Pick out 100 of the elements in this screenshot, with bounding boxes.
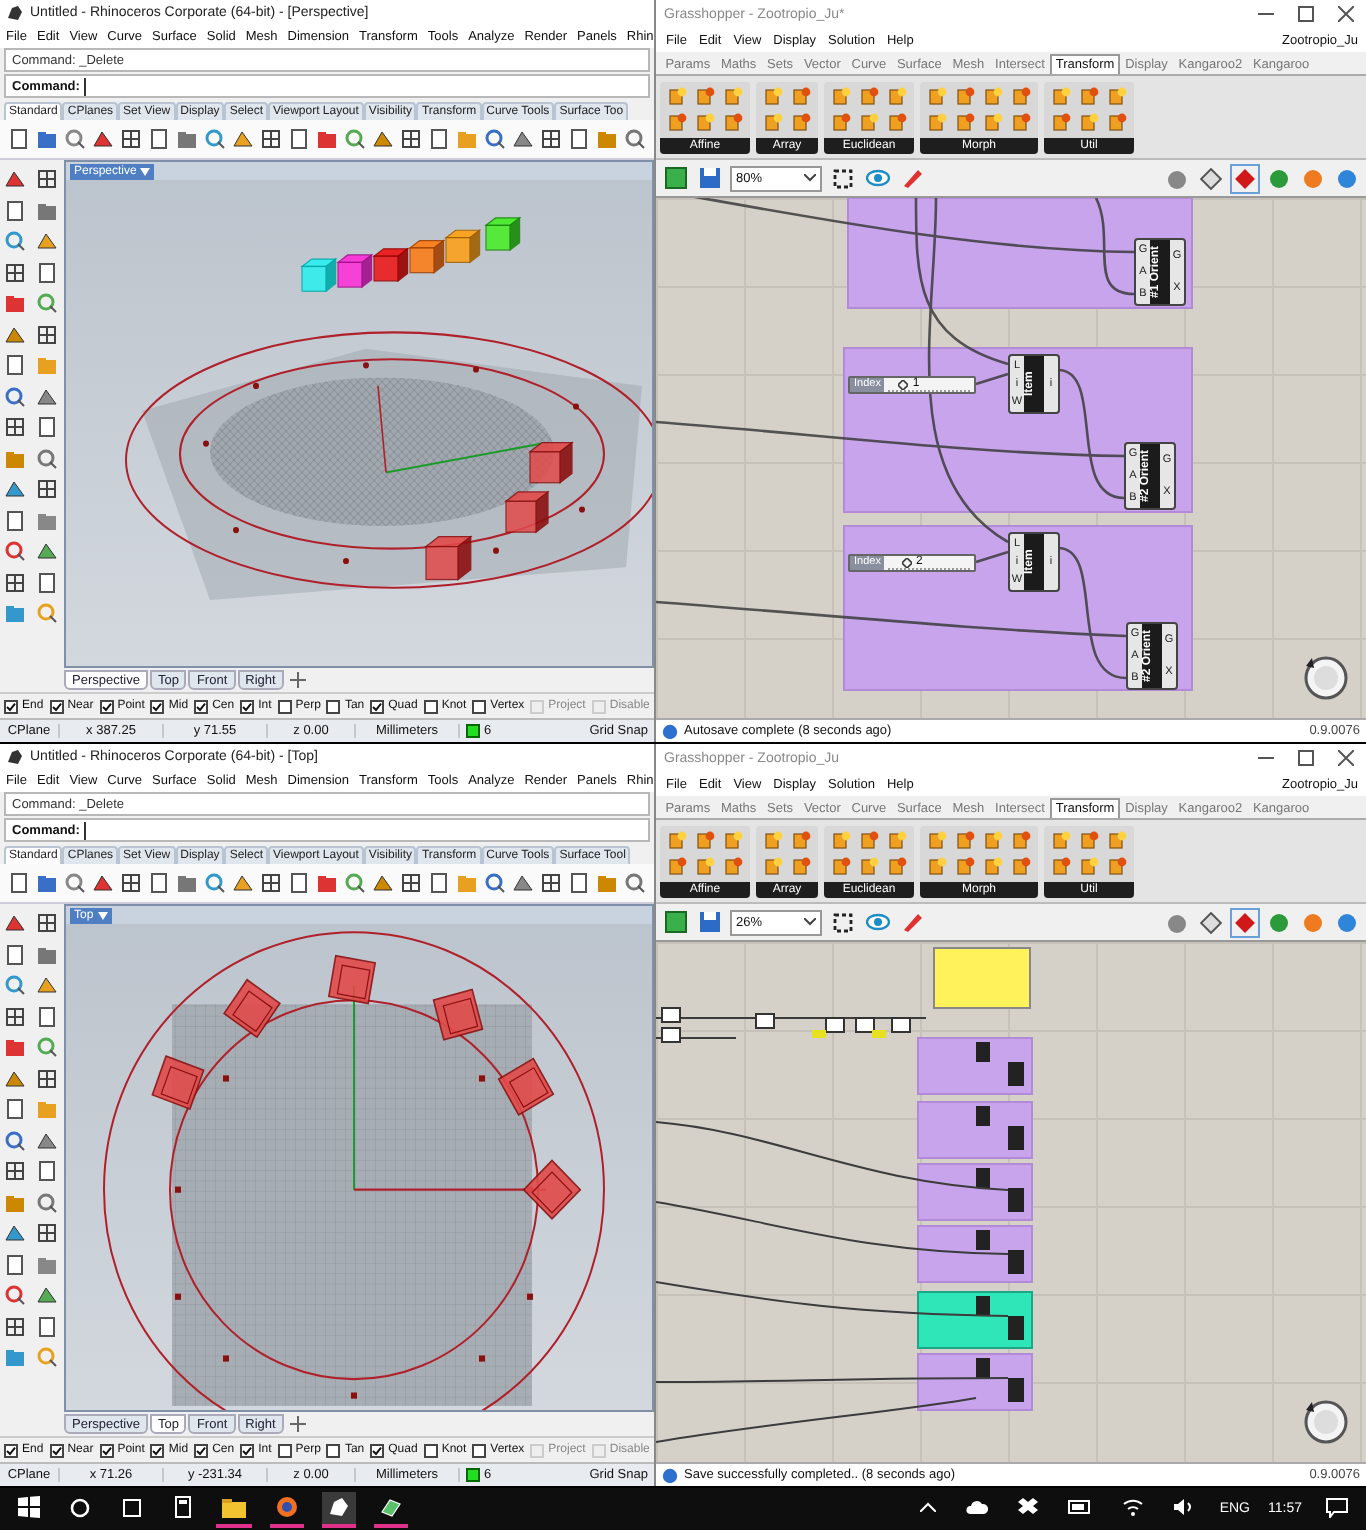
- component-icon[interactable]: [666, 828, 688, 850]
- tool-icon[interactable]: [426, 870, 452, 896]
- component-group[interactable]: [917, 1037, 1033, 1095]
- tool-icon[interactable]: [2, 1158, 28, 1184]
- tool-icon[interactable]: [146, 126, 172, 152]
- component-icon[interactable]: [790, 110, 812, 132]
- tool-icon[interactable]: [370, 126, 396, 152]
- component-icon[interactable]: [694, 84, 716, 106]
- tool-icon[interactable]: [314, 870, 340, 896]
- save-icon[interactable]: [696, 909, 722, 935]
- tool-icon[interactable]: [566, 870, 592, 896]
- component-icon[interactable]: [1106, 84, 1128, 106]
- component-icon[interactable]: [830, 110, 852, 132]
- tool-icon[interactable]: [2, 1096, 28, 1122]
- tool-icon[interactable]: [34, 126, 60, 152]
- save-icon[interactable]: [696, 165, 722, 191]
- component-icon[interactable]: [790, 84, 812, 106]
- tool-icon[interactable]: [34, 1344, 60, 1370]
- tool-icon[interactable]: [34, 1313, 60, 1339]
- tool-icon[interactable]: [2, 538, 28, 564]
- component-icon[interactable]: [858, 828, 880, 850]
- component-icon[interactable]: [926, 110, 948, 132]
- tool-icon[interactable]: [34, 166, 60, 192]
- component-icon[interactable]: [722, 828, 744, 850]
- tool-icon[interactable]: [34, 1158, 60, 1184]
- component-icon[interactable]: [926, 828, 948, 850]
- component-group[interactable]: [917, 1353, 1033, 1411]
- component-icon[interactable]: [830, 84, 852, 106]
- tool-icon[interactable]: [622, 126, 648, 152]
- component-icon[interactable]: [1106, 854, 1128, 876]
- component-icon[interactable]: [666, 84, 688, 106]
- tool-icon[interactable]: [398, 870, 424, 896]
- tool-icon[interactable]: [2, 1003, 28, 1029]
- tool-icon[interactable]: [34, 1220, 60, 1246]
- tool-icon[interactable]: [34, 290, 60, 316]
- tool-icon[interactable]: [34, 414, 60, 440]
- component-icon[interactable]: [886, 828, 908, 850]
- component-icon[interactable]: [954, 84, 976, 106]
- component-icon[interactable]: [666, 110, 688, 132]
- tool-icon[interactable]: [6, 126, 32, 152]
- component-icon[interactable]: [982, 828, 1004, 850]
- tool-icon[interactable]: [2, 1127, 28, 1153]
- tool-icon[interactable]: [34, 228, 60, 254]
- tool-icon[interactable]: [34, 1034, 60, 1060]
- tool-icon[interactable]: [566, 126, 592, 152]
- tool-icon[interactable]: [90, 870, 116, 896]
- slider-grip-icon[interactable]: [898, 380, 909, 390]
- tool-icon[interactable]: [34, 538, 60, 564]
- component-icon[interactable]: [1010, 828, 1032, 850]
- pen-icon[interactable]: [898, 165, 924, 191]
- component-icon[interactable]: [1078, 110, 1100, 132]
- component-icon[interactable]: [762, 110, 784, 132]
- tool-icon[interactable]: [2, 910, 28, 936]
- tool-icon[interactable]: [34, 569, 60, 595]
- tool-icon[interactable]: [202, 870, 228, 896]
- component-icon[interactable]: [1078, 84, 1100, 106]
- tool-icon[interactable]: [34, 321, 60, 347]
- component-icon[interactable]: [694, 854, 716, 876]
- close-icon[interactable]: [1334, 4, 1358, 24]
- tool-icon[interactable]: [62, 126, 88, 152]
- tool-icon[interactable]: [2, 1034, 28, 1060]
- tool-icon[interactable]: [342, 870, 368, 896]
- tool-icon[interactable]: [2, 972, 28, 998]
- component-icon[interactable]: [666, 854, 688, 876]
- tool-icon[interactable]: [2, 941, 28, 967]
- tool-icon[interactable]: [62, 870, 88, 896]
- tool-icon[interactable]: [34, 910, 60, 936]
- component-icon[interactable]: [790, 854, 812, 876]
- tool-icon[interactable]: [342, 126, 368, 152]
- maximize-icon[interactable]: [1294, 4, 1318, 24]
- tool-icon[interactable]: [622, 870, 648, 896]
- component-icon[interactable]: [722, 110, 744, 132]
- component-icon[interactable]: [694, 828, 716, 850]
- tool-icon[interactable]: [2, 414, 28, 440]
- tool-icon[interactable]: [2, 352, 28, 378]
- component-icon[interactable]: [858, 854, 880, 876]
- component-icon[interactable]: [982, 854, 1004, 876]
- tool-icon[interactable]: [510, 126, 536, 152]
- tool-icon[interactable]: [34, 1189, 60, 1215]
- component-icon[interactable]: [830, 854, 852, 876]
- tool-icon[interactable]: [398, 126, 424, 152]
- component-icon[interactable]: [762, 828, 784, 850]
- pen-icon[interactable]: [898, 909, 924, 935]
- tool-icon[interactable]: [2, 569, 28, 595]
- tool-icon[interactable]: [2, 1251, 28, 1277]
- tool-icon[interactable]: [230, 870, 256, 896]
- tool-icon[interactable]: [510, 870, 536, 896]
- component-icon[interactable]: [1078, 854, 1100, 876]
- tool-icon[interactable]: [146, 870, 172, 896]
- eye-icon[interactable]: [864, 165, 890, 191]
- tool-icon[interactable]: [538, 870, 564, 896]
- tool-icon[interactable]: [2, 166, 28, 192]
- tool-icon[interactable]: [286, 870, 312, 896]
- add-tab-icon[interactable]: [285, 1411, 312, 1437]
- tool-icon[interactable]: [482, 126, 508, 152]
- component-icon[interactable]: [1106, 828, 1128, 850]
- tool-icon[interactable]: [6, 870, 32, 896]
- node-canvas[interactable]: [656, 942, 1366, 1462]
- component-group[interactable]: [917, 1291, 1033, 1349]
- component-icon[interactable]: [886, 84, 908, 106]
